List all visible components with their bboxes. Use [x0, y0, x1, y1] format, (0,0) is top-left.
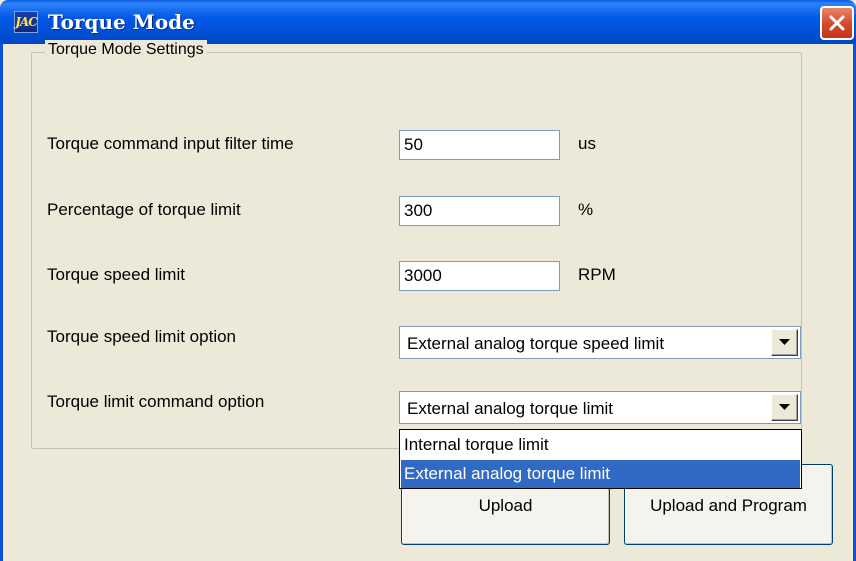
- speed-limit-unit: RPM: [578, 265, 616, 284]
- speed-limit-option-label: Torque speed limit option: [47, 327, 237, 346]
- close-icon: [829, 15, 845, 31]
- torque-limit-option-list: Internal torque limit External analog to…: [399, 429, 802, 489]
- torque-limit-option-select[interactable]: External analog torque limit: [399, 391, 801, 424]
- speed-limit-input[interactable]: 3000: [399, 261, 560, 291]
- speed-limit-option-dropdown-button[interactable]: [771, 329, 798, 356]
- dropdown-option-external-analog[interactable]: External analog torque limit: [401, 460, 800, 488]
- torque-mode-window: JAC Torque Mode Torque Mode Settings Tor…: [0, 0, 856, 561]
- dropdown-option-internal[interactable]: Internal torque limit: [401, 431, 800, 459]
- torque-limit-percent-unit: %: [578, 200, 594, 219]
- torque-limit-option-value: External analog torque limit: [407, 399, 614, 418]
- window-title: Torque Mode: [48, 10, 195, 34]
- chevron-down-icon: [779, 339, 790, 345]
- speed-limit-option-select[interactable]: External analog torque speed limit: [399, 326, 801, 359]
- filter-time-label: Torque command input filter time: [47, 134, 294, 153]
- torque-limit-percent-input[interactable]: 300: [399, 196, 560, 226]
- speed-limit-option-value: External analog torque speed limit: [407, 334, 665, 353]
- torque-settings-group: [31, 52, 802, 449]
- torque-limit-option-dropdown-button[interactable]: [771, 394, 798, 421]
- torque-limit-percent-label: Percentage of torque limit: [47, 200, 241, 219]
- chevron-down-icon: [779, 404, 790, 410]
- torque-limit-option-label: Torque limit command option: [47, 392, 265, 411]
- jac-app-icon: JAC: [14, 11, 38, 33]
- group-title: Torque Mode Settings: [45, 40, 207, 60]
- title-bar[interactable]: JAC Torque Mode: [0, 0, 856, 44]
- speed-limit-label: Torque speed limit: [47, 265, 185, 284]
- close-button[interactable]: [820, 6, 854, 40]
- filter-time-unit: us: [578, 134, 596, 153]
- filter-time-input[interactable]: 50: [399, 130, 560, 160]
